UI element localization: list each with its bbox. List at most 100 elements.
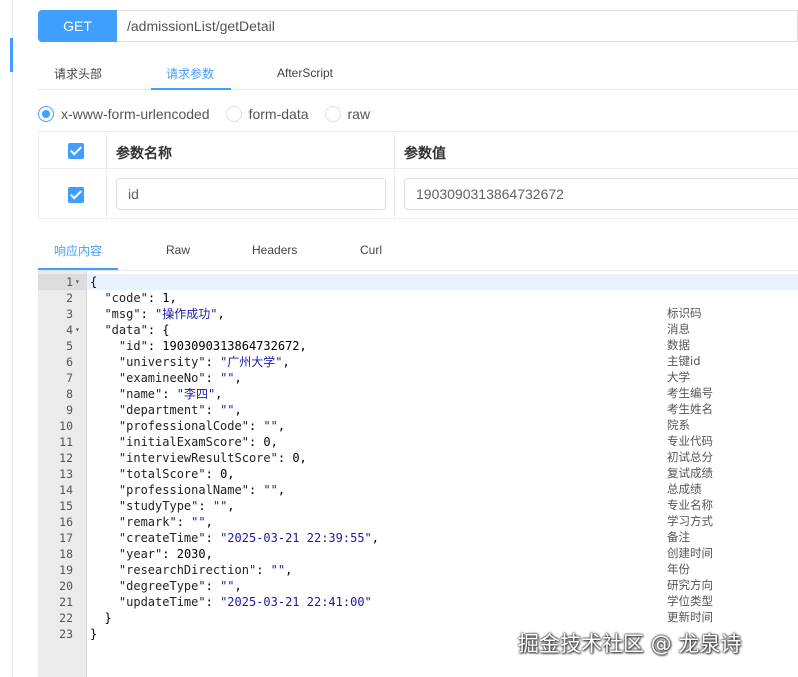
code-token: "" [220, 371, 235, 385]
radio-form-data[interactable] [225, 106, 242, 122]
code-token: "李四" [176, 387, 216, 401]
code-token: : [147, 291, 163, 305]
line-number: 5 [66, 339, 73, 353]
fold-toggle-icon[interactable]: ▾ [75, 274, 83, 290]
code-token: , [270, 435, 278, 449]
code-line: "degreeType": "", [90, 578, 242, 594]
field-annotation: 专业名称 [667, 498, 713, 512]
code-token: , [234, 371, 242, 385]
code-token: "degreeType" [118, 579, 206, 593]
tab-request-headers[interactable]: 请求头部 [54, 56, 102, 90]
header-value-cell: 参数值 [395, 132, 798, 169]
code-line: "createTime": "2025-03-21 22:39:55", [90, 530, 379, 546]
code-token: "university" [118, 355, 206, 369]
code-line: "updateTime": "2025-03-21 22:41:00" [90, 594, 372, 610]
code-token: "msg" [104, 307, 141, 321]
field-annotation: 消息 [667, 322, 690, 336]
code-token: , [299, 339, 307, 353]
line-number: 20 [59, 579, 73, 593]
row-value-cell: 1903090313864732672 [395, 169, 798, 219]
code-token: : [205, 355, 221, 369]
header-checkbox-cell [39, 132, 107, 169]
radio-label: form-data [248, 106, 309, 122]
code-line: "professionalCode": "", [90, 418, 285, 434]
code-token: : { [147, 323, 170, 337]
code-token: : [248, 435, 264, 449]
line-number: 19 [59, 563, 73, 577]
code-line: "name": "李四", [90, 386, 223, 402]
line-number: 4 [66, 323, 73, 337]
line-number: 1 [66, 275, 73, 289]
code-token: , [234, 579, 242, 593]
tab-request-params[interactable]: 请求参数 [166, 56, 214, 90]
code-token: 1 [162, 291, 170, 305]
code-token: , [277, 419, 286, 433]
line-number: 2 [66, 291, 73, 305]
code-token: "code" [104, 291, 148, 305]
code-token: : [248, 483, 264, 497]
code-token: "" [263, 419, 278, 433]
code-token: "professionalCode" [118, 419, 249, 433]
code-token: : [205, 403, 221, 417]
sidebar-divider [12, 0, 13, 677]
tab-curl[interactable]: Curl [360, 234, 382, 266]
select-all-checkbox[interactable] [68, 143, 84, 159]
tab-response-content[interactable]: 响应内容 [54, 234, 102, 266]
field-annotation: 备注 [667, 530, 690, 544]
line-number: 17 [59, 531, 73, 545]
code-token: "" [212, 499, 228, 513]
fold-toggle-icon[interactable]: ▾ [75, 322, 83, 338]
radio-label: x-www-form-urlencoded [61, 106, 210, 122]
tab-headers[interactable]: Headers [252, 234, 297, 266]
url-input[interactable]: /admissionList/getDetail [117, 10, 798, 42]
code-token: : [248, 419, 264, 433]
radio-raw[interactable] [324, 106, 341, 122]
code-token: "createTime" [118, 531, 206, 545]
method-button[interactable]: GET [38, 10, 117, 42]
code-token: "remark" [118, 515, 177, 529]
code-token: "" [263, 483, 278, 497]
code-line: } [90, 626, 97, 642]
response-editor[interactable]: 1 ▾{2 "code": 1, 标识码 3 "msg": "操作成功", 消息 4 ▾ "… [38, 270, 798, 677]
code-token: "2025-03-21 22:39:55" [220, 531, 372, 545]
code-token: : [205, 531, 221, 545]
line-number: 8 [66, 387, 73, 401]
code-line: } [90, 610, 111, 626]
code-token: "2025-03-21 22:41:00" [220, 595, 372, 609]
code-token: "totalScore" [118, 467, 206, 481]
code-token: , [215, 387, 223, 401]
line-number: 22 [59, 611, 73, 625]
code-token: : [205, 595, 221, 609]
param-name-input[interactable]: id [116, 178, 386, 210]
code-token: , [234, 403, 242, 417]
row-checkbox[interactable] [68, 187, 84, 203]
response-tabs: 响应内容 Raw Headers Curl [38, 234, 798, 270]
field-annotation: 总成绩 [667, 482, 702, 496]
radio-x-www-form-urlencoded[interactable] [38, 106, 54, 122]
code-token: , [277, 483, 286, 497]
tab-afterscript[interactable]: AfterScript [277, 56, 333, 90]
code-token: "year" [118, 547, 163, 561]
field-annotation: 研究方向 [667, 578, 713, 592]
code-token: : [176, 515, 192, 529]
code-token: : [140, 307, 156, 321]
code-line: "initialExamScore": 0, [90, 434, 278, 450]
line-number: 15 [59, 499, 73, 513]
code-token: , [205, 515, 213, 529]
param-value-input[interactable]: 1903090313864732672 [404, 178, 798, 210]
tab-raw[interactable]: Raw [166, 234, 190, 266]
line-number: 11 [59, 435, 73, 449]
code-token: 0 [263, 435, 271, 449]
